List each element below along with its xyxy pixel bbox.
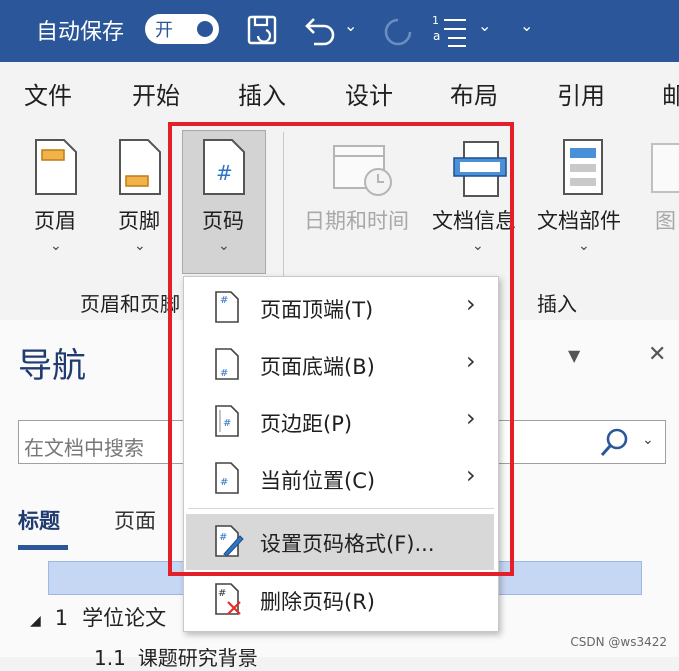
document-parts-icon (563, 139, 603, 195)
tab-file[interactable]: 文件 (24, 76, 72, 111)
autosave-toggle-knob (197, 21, 213, 37)
picture-icon (651, 143, 679, 193)
group-header-footer-label: 页眉和页脚 (80, 292, 180, 316)
watermark: CSDN @ws3422 (570, 635, 667, 649)
search-options-chevron-icon[interactable]: ⌄ (642, 432, 654, 448)
nav-tab-pages[interactable]: 页面 (114, 505, 156, 535)
undo-icon[interactable] (302, 14, 338, 48)
tree-item[interactable]: ◢ 1 学位论文 (30, 602, 166, 632)
header-icon (35, 139, 77, 195)
search-placeholder: 在文档中搜索 (24, 436, 144, 460)
close-icon[interactable]: ✕ (648, 342, 666, 367)
menu-item-remove-page-numbers[interactable]: # 删除页码(R) (184, 572, 496, 628)
document-parts-button[interactable]: 文档部件 (537, 205, 621, 235)
annotation-highlight-box (168, 122, 514, 576)
tab-insert[interactable]: 插入 (238, 76, 286, 111)
autosave-label: 自动保存 (36, 20, 125, 45)
autosave-toggle-state: 开 (155, 20, 173, 41)
tree-item-number: 1.1 (94, 646, 126, 670)
tab-mailings[interactable]: 邮 (662, 76, 679, 111)
picture-button: 图 (655, 209, 676, 233)
group-insert-label: 插入 (537, 292, 577, 316)
collapse-triangle-icon[interactable]: ◢ (30, 613, 41, 629)
undo-dropdown-chevron-icon[interactable]: ⌄ (344, 16, 357, 35)
numbering-dropdown-chevron-icon[interactable]: ⌄ (478, 16, 491, 35)
footer-button[interactable]: 页脚 (118, 205, 160, 235)
nav-pane-title: 导航 (18, 346, 86, 386)
svg-text:a: a (433, 29, 440, 43)
document-parts-chevron-icon[interactable]: ⌄ (578, 238, 590, 254)
svg-text:1: 1 (432, 14, 439, 27)
redo-icon[interactable] (380, 14, 416, 50)
tree-item-label: 课题研究背景 (137, 646, 258, 670)
svg-text:#: # (218, 588, 226, 599)
nav-tab-active-indicator (18, 545, 68, 550)
tab-home[interactable]: 开始 (132, 76, 180, 111)
header-button[interactable]: 页眉 (34, 205, 76, 235)
tree-item-number: 1 (54, 606, 69, 630)
footer-chevron-icon[interactable]: ⌄ (134, 238, 146, 254)
save-icon[interactable] (246, 14, 280, 48)
menu-item-label: 删除页码(R) (260, 590, 375, 614)
tab-references[interactable]: 引用 (557, 76, 605, 111)
tab-design[interactable]: 设计 (345, 76, 393, 111)
tree-item-label: 学位论文 (82, 606, 167, 630)
remove-page-number-icon: # (215, 583, 241, 615)
numbering-icon[interactable]: 1 a (430, 12, 470, 50)
tab-layout[interactable]: 布局 (450, 76, 498, 111)
footer-icon (119, 139, 161, 195)
nav-pane-options-icon[interactable]: ▼ (568, 346, 580, 365)
search-icon[interactable] (598, 426, 632, 460)
header-chevron-icon[interactable]: ⌄ (50, 238, 62, 254)
customize-toolbar-icon[interactable]: ⌄ (520, 16, 533, 35)
nav-tab-headings[interactable]: 标题 (18, 505, 60, 535)
